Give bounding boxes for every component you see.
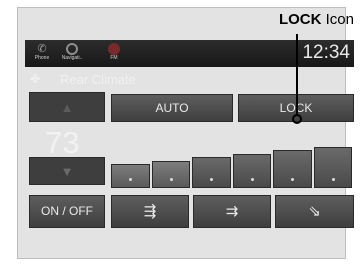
navigation-icon (66, 43, 78, 55)
status-bar: ✆ Phone Navigati.. FM 12:34 (25, 40, 354, 67)
fan-speed-bar[interactable] (273, 150, 312, 188)
climate-screen: ✆ Phone Navigati.. FM 12:34 ✤ Rear Clima… (25, 40, 354, 235)
airflow-face-icon: ⇶ (143, 203, 157, 220)
phone-button[interactable]: ✆ Phone (27, 41, 57, 66)
fan-speed-bar[interactable] (313, 147, 352, 188)
airflow-feet-icon: ⇘ (308, 203, 321, 220)
airflow-feet-button[interactable]: ⇘ (275, 195, 354, 228)
airflow-face-feet-button[interactable]: ⇉ (193, 195, 271, 228)
navigation-label: Navigati.. (61, 55, 83, 61)
airflow-face-feet-icon: ⇉ (225, 203, 239, 220)
fm-button[interactable]: FM (99, 41, 129, 66)
fan-speed-dot (291, 177, 295, 181)
on-off-label: ON / OFF (41, 204, 93, 218)
temp-up-button[interactable]: ▲ (29, 92, 105, 122)
callout-leader-tip (292, 114, 302, 124)
callout-bold: LOCK (278, 11, 322, 28)
temp-down-button[interactable]: ▼ (29, 157, 105, 185)
fan-speed-bar[interactable] (232, 153, 271, 188)
auto-button[interactable]: AUTO (111, 94, 233, 122)
fan-speed-dot (210, 177, 214, 181)
fan-speed-dot (250, 177, 254, 181)
phone-label: Phone (34, 55, 50, 61)
triangle-up-icon: ▲ (60, 100, 74, 115)
callout-rest: Icon (321, 11, 354, 28)
airflow-face-button[interactable]: ⇶ (111, 195, 189, 228)
fan-speed-bar[interactable] (111, 164, 150, 188)
navigation-button[interactable]: Navigati.. (57, 41, 87, 66)
fan-speed-dot (169, 177, 173, 181)
fan-speed-dot (129, 178, 133, 181)
on-off-button[interactable]: ON / OFF (29, 195, 105, 228)
fan-speed-bar[interactable] (151, 160, 190, 188)
fan-speed-bar[interactable] (192, 157, 231, 188)
auto-label: AUTO (155, 101, 189, 115)
temperature-value: 73 (45, 125, 80, 160)
callout-leader-line (296, 34, 298, 116)
fm-label: FM (110, 55, 118, 61)
climate-header: ✤ Rear Climate (25, 70, 354, 90)
lock-icon-callout: LOCK Icon (0, 11, 354, 28)
climate-title: Rear Climate (60, 72, 136, 87)
phone-icon: ✆ (37, 43, 47, 55)
fan-icon: ✤ (30, 72, 41, 86)
radio-icon (108, 43, 120, 55)
clock: 12:34 (302, 42, 350, 63)
triangle-down-icon: ▼ (60, 164, 74, 179)
fan-speed-dot (331, 178, 335, 181)
